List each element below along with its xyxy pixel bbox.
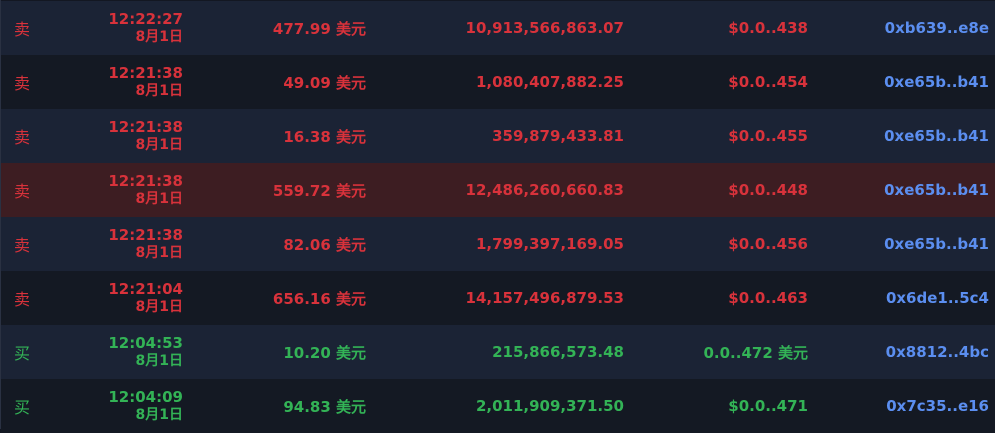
- trade-maker-link[interactable]: 0x7c35..e16: [886, 379, 989, 433]
- trade-time: 12:21:38: [108, 118, 183, 136]
- trade-row: 卖 12:21:04 8月1日 656.16 美元 14,157,496,879…: [1, 271, 995, 325]
- trade-maker-link[interactable]: 0xe65b..b41: [884, 217, 989, 271]
- trade-side: 卖: [14, 236, 31, 255]
- trade-date: 8月1日: [135, 407, 183, 423]
- trade-side: 卖: [14, 128, 31, 147]
- trade-price: 0.0..472 美元: [703, 343, 808, 362]
- trade-token-amount: 359,879,433.81: [492, 127, 624, 145]
- trade-maker-link[interactable]: 0xe65b..b41: [884, 163, 989, 217]
- trade-date: 8月1日: [135, 191, 183, 207]
- trade-side: 卖: [14, 290, 31, 309]
- trade-time-cell: 12:21:38 8月1日: [61, 109, 183, 163]
- trade-side: 卖: [14, 74, 31, 93]
- trade-usd-value: 16.38 美元: [283, 127, 366, 146]
- trade-time: 12:22:27: [108, 10, 183, 28]
- trade-row: 卖 12:21:38 8月1日 49.09 美元 1,080,407,882.2…: [1, 55, 995, 109]
- trade-time-cell: 12:04:53 8月1日: [61, 325, 183, 379]
- trade-usd-value: 559.72 美元: [272, 181, 366, 200]
- trade-row: 买 12:04:53 8月1日 10.20 美元 215,866,573.48 …: [1, 325, 995, 379]
- trade-token-amount: 1,799,397,169.05: [475, 235, 624, 253]
- trade-time: 12:21:38: [108, 64, 183, 82]
- trade-time: 12:21:38: [108, 172, 183, 190]
- trade-maker-link[interactable]: 0xe65b..b41: [884, 109, 989, 163]
- trade-side: 买: [14, 344, 31, 363]
- trade-time-cell: 12:21:04 8月1日: [61, 271, 183, 325]
- trades-table: 卖 12:22:27 8月1日 477.99 美元 10,913,566,863…: [0, 0, 995, 433]
- trade-maker-link[interactable]: 0xb639..e8e: [885, 1, 989, 55]
- trade-usd-value: 82.06 美元: [283, 235, 366, 254]
- trade-date: 8月1日: [135, 83, 183, 99]
- trade-time-cell: 12:22:27 8月1日: [61, 1, 183, 55]
- trade-price: $0.0..456: [728, 235, 808, 253]
- trade-row: 卖 12:21:38 8月1日 16.38 美元 359,879,433.81 …: [1, 109, 995, 163]
- trade-time-cell: 12:21:38 8月1日: [61, 163, 183, 217]
- trade-row: 买 12:04:09 8月1日 94.83 美元 2,011,909,371.5…: [1, 379, 995, 433]
- trade-time: 12:21:38: [108, 226, 183, 244]
- trade-token-amount: 12,486,260,660.83: [465, 181, 624, 199]
- trade-usd-value: 94.83 美元: [283, 397, 366, 416]
- trade-maker-link[interactable]: 0x8812..4bc: [886, 325, 989, 379]
- trade-side: 卖: [14, 20, 31, 39]
- trade-time: 12:04:09: [108, 388, 183, 406]
- trade-row: 卖 12:22:27 8月1日 477.99 美元 10,913,566,863…: [1, 1, 995, 55]
- trade-date: 8月1日: [135, 299, 183, 315]
- trade-usd-value: 49.09 美元: [283, 73, 366, 92]
- trade-price: $0.0..455: [728, 127, 808, 145]
- trade-date: 8月1日: [135, 245, 183, 261]
- trade-price: $0.0..463: [728, 289, 808, 307]
- trade-price: $0.0..448: [728, 181, 808, 199]
- trade-price: $0.0..454: [728, 73, 808, 91]
- trade-date: 8月1日: [135, 137, 183, 153]
- trade-date: 8月1日: [135, 353, 183, 369]
- trade-time-cell: 12:21:38 8月1日: [61, 217, 183, 271]
- trade-row: 卖 12:21:38 8月1日 82.06 美元 1,799,397,169.0…: [1, 217, 995, 271]
- trade-time: 12:21:04: [108, 280, 183, 298]
- trade-time-cell: 12:04:09 8月1日: [61, 379, 183, 433]
- trade-time-cell: 12:21:38 8月1日: [61, 55, 183, 109]
- trade-side: 买: [14, 398, 31, 417]
- trade-side: 卖: [14, 182, 31, 201]
- trade-token-amount: 215,866,573.48: [492, 343, 624, 361]
- trade-row: 卖 12:21:38 8月1日 559.72 美元 12,486,260,660…: [1, 163, 995, 217]
- trade-token-amount: 10,913,566,863.07: [465, 19, 624, 37]
- trade-token-amount: 2,011,909,371.50: [475, 397, 624, 415]
- trade-maker-link[interactable]: 0xe65b..b41: [884, 55, 989, 109]
- trade-token-amount: 1,080,407,882.25: [475, 73, 624, 91]
- trade-maker-link[interactable]: 0x6de1..5c4: [886, 271, 989, 325]
- trade-price: $0.0..438: [728, 19, 808, 37]
- trade-usd-value: 477.99 美元: [272, 19, 366, 38]
- trade-usd-value: 10.20 美元: [283, 343, 366, 362]
- trade-price: $0.0..471: [728, 397, 808, 415]
- trade-usd-value: 656.16 美元: [272, 289, 366, 308]
- trade-token-amount: 14,157,496,879.53: [465, 289, 624, 307]
- trade-time: 12:04:53: [108, 334, 183, 352]
- trade-date: 8月1日: [135, 29, 183, 45]
